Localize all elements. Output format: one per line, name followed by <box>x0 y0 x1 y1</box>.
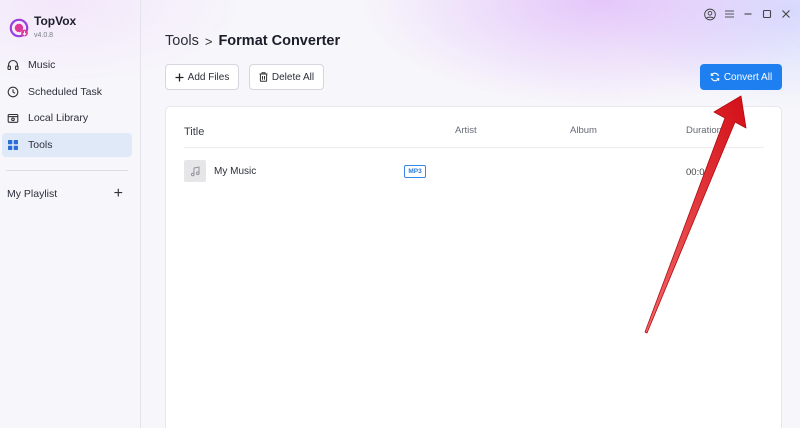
file-list-panel: Title Artist Album Duration My Music MP3… <box>165 106 782 428</box>
add-playlist-button[interactable]: + <box>114 186 123 202</box>
music-note-icon <box>184 160 206 182</box>
close-icon[interactable] <box>780 7 792 21</box>
sidebar-item-local-library[interactable]: Local Library <box>2 106 132 130</box>
app-name: TopVox <box>34 14 77 28</box>
playlist-label: My Playlist <box>7 188 58 200</box>
folder-icon <box>7 114 19 124</box>
brand: TopVox v4.0.8 <box>9 14 76 40</box>
sidebar-item-label: Scheduled Task <box>28 85 102 98</box>
trash-icon <box>259 72 268 82</box>
menu-icon[interactable] <box>723 7 735 21</box>
sidebar-item-label: Tools <box>28 139 53 152</box>
convert-all-label: Convert All <box>723 71 773 83</box>
table-row[interactable]: My Music MP3 00:0 <box>166 157 783 187</box>
sidebar-item-scheduled-task[interactable]: Scheduled Task <box>2 80 132 104</box>
delete-all-label: Delete All <box>271 71 315 83</box>
minimize-icon[interactable] <box>742 7 754 21</box>
column-duration[interactable]: Duration <box>686 125 722 136</box>
refresh-icon <box>710 72 720 82</box>
sidebar-item-label: Local Library <box>28 112 89 125</box>
user-icon[interactable] <box>704 7 716 21</box>
clock-icon <box>7 86 19 98</box>
topvox-logo-icon <box>9 18 29 38</box>
app-version: v4.0.8 <box>34 32 54 39</box>
column-artist[interactable]: Artist <box>455 125 477 136</box>
table-header: Title Artist Album Duration <box>166 107 783 148</box>
breadcrumb-separator: > <box>204 33 213 49</box>
sidebar-nav: Music Scheduled Task Local Library Tools <box>2 53 132 160</box>
header-divider <box>184 147 764 148</box>
maximize-icon[interactable] <box>761 7 773 21</box>
window-controls <box>704 7 792 21</box>
convert-all-button[interactable]: Convert All <box>700 64 782 90</box>
sidebar-item-music[interactable]: Music <box>2 53 132 77</box>
page-title: Format Converter <box>218 33 341 49</box>
grid-icon <box>8 140 18 151</box>
sidebar-item-tools[interactable]: Tools <box>2 133 132 158</box>
column-title[interactable]: Title <box>184 126 204 138</box>
breadcrumb: Tools > Format Converter <box>165 33 340 49</box>
sidebar: TopVox v4.0.8 Music Scheduled Task Local… <box>0 0 141 428</box>
format-badge: MP3 <box>404 165 426 178</box>
sidebar-divider <box>6 170 128 171</box>
sidebar-item-label: Music <box>28 59 56 71</box>
column-album[interactable]: Album <box>570 125 597 136</box>
add-files-button[interactable]: Add Files <box>165 64 239 90</box>
breadcrumb-parent[interactable]: Tools <box>165 33 199 49</box>
add-files-label: Add Files <box>187 71 230 83</box>
song-duration: 00:0 <box>686 167 705 178</box>
song-title: My Music <box>214 166 257 177</box>
playlist-header: My Playlist + <box>7 186 123 202</box>
headphones-icon <box>7 59 19 71</box>
delete-all-button[interactable]: Delete All <box>249 64 324 90</box>
plus-icon <box>175 73 184 81</box>
